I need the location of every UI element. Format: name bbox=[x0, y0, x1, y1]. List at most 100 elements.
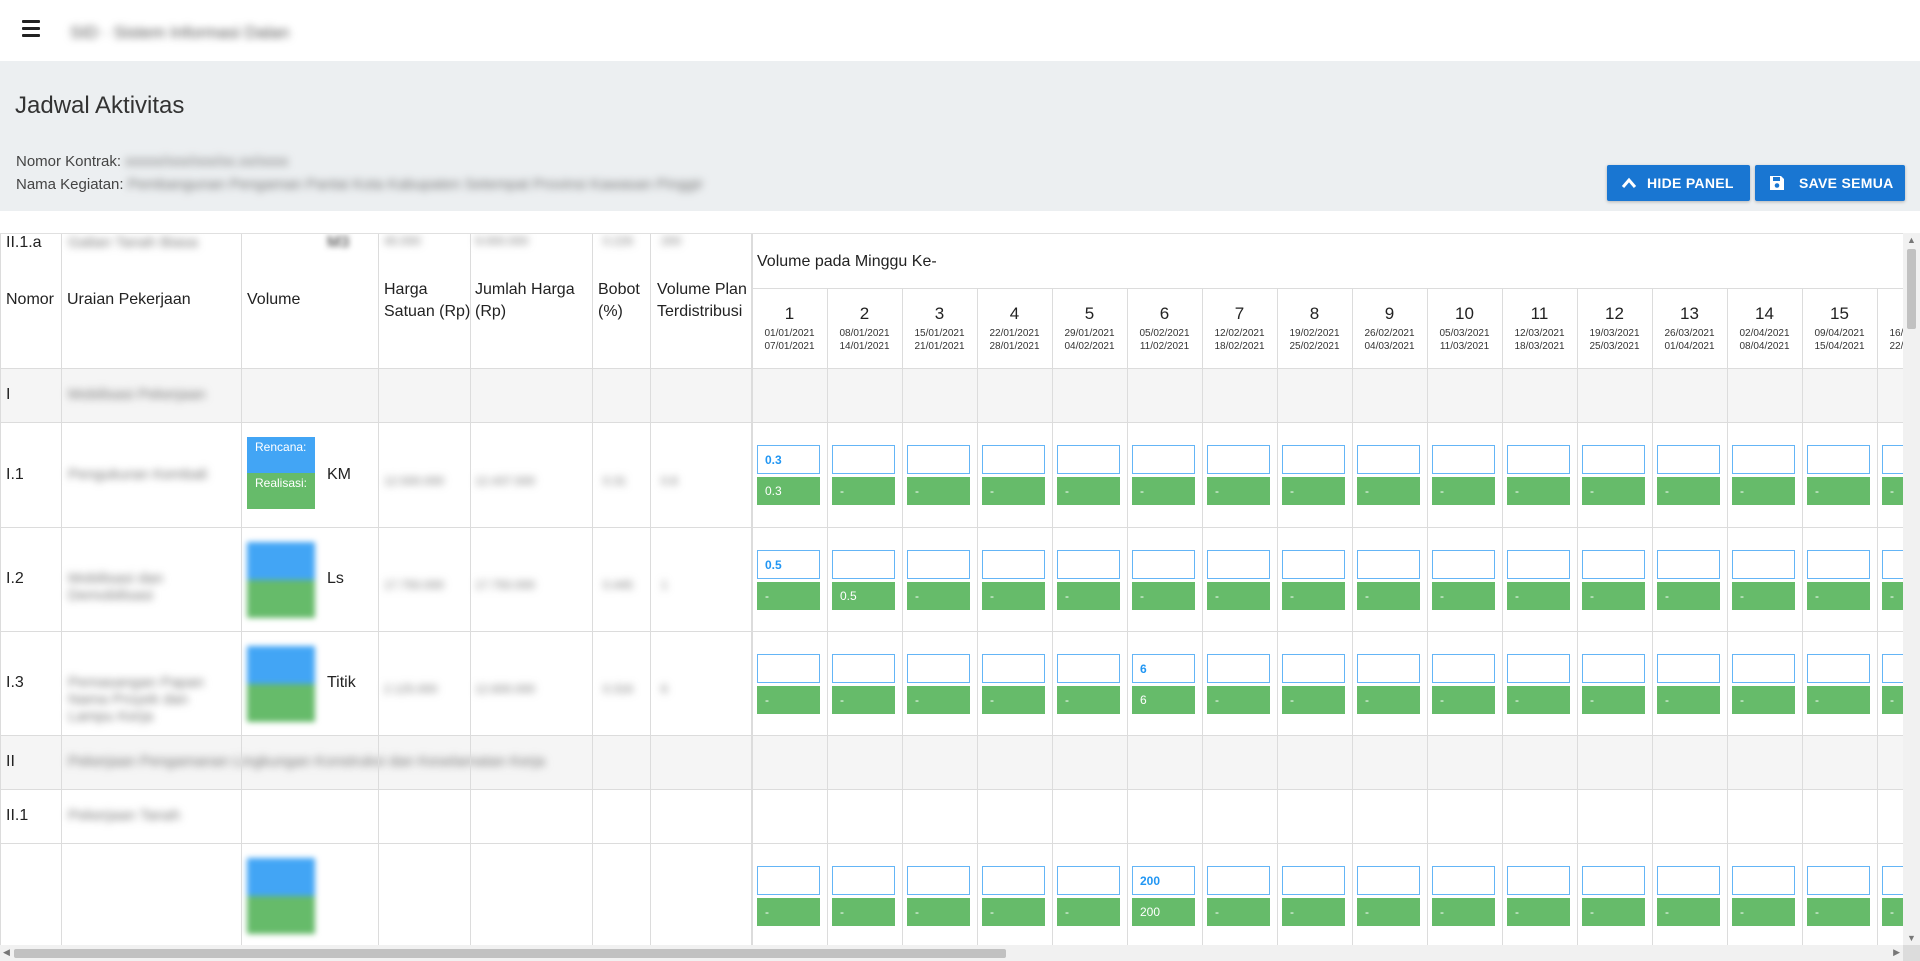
week-end-date: 15/04/2021 bbox=[1814, 341, 1865, 352]
rencana-input[interactable] bbox=[832, 550, 895, 579]
rencana-input[interactable] bbox=[1582, 654, 1645, 683]
rencana-input[interactable] bbox=[1732, 445, 1795, 474]
rencana-input[interactable] bbox=[1657, 654, 1720, 683]
cell-bobot: 0.445 bbox=[603, 578, 634, 592]
rencana-input[interactable] bbox=[1207, 445, 1270, 474]
rencana-input[interactable] bbox=[982, 866, 1045, 895]
realisasi-value: - bbox=[1657, 686, 1720, 714]
rencana-input[interactable] bbox=[1657, 445, 1720, 474]
rencana-input[interactable] bbox=[1882, 866, 1903, 895]
activity-info: Nama Kegiatan: Pembangunan Pengaman Panta… bbox=[16, 176, 703, 193]
rencana-label bbox=[247, 542, 315, 580]
rencana-input[interactable] bbox=[1807, 445, 1870, 474]
rencana-input[interactable] bbox=[1282, 550, 1345, 579]
realisasi-value: - bbox=[1357, 686, 1420, 714]
realisasi-value: - bbox=[1882, 686, 1903, 714]
rencana-input[interactable] bbox=[1882, 550, 1903, 579]
save-all-button[interactable]: SAVE SEMUA bbox=[1755, 165, 1905, 201]
rencana-input[interactable] bbox=[1582, 445, 1645, 474]
rencana-input[interactable] bbox=[1282, 445, 1345, 474]
rencana-input[interactable] bbox=[1207, 654, 1270, 683]
rencana-input[interactable] bbox=[982, 550, 1045, 579]
grid-line bbox=[752, 234, 753, 945]
rencana-input[interactable] bbox=[832, 445, 895, 474]
rencana-input[interactable] bbox=[1882, 445, 1903, 474]
rencana-input[interactable] bbox=[1432, 866, 1495, 895]
rencana-input[interactable] bbox=[832, 654, 895, 683]
realisasi-label bbox=[247, 684, 315, 722]
rencana-input[interactable] bbox=[982, 445, 1045, 474]
rencana-input[interactable] bbox=[1057, 550, 1120, 579]
horizontal-scroll-thumb[interactable] bbox=[14, 949, 1006, 958]
realisasi-value: - bbox=[907, 582, 970, 610]
hide-panel-button[interactable]: HIDE PANEL bbox=[1607, 165, 1750, 201]
rencana-input[interactable] bbox=[1807, 866, 1870, 895]
rencana-input[interactable]: 200 bbox=[1132, 866, 1195, 895]
rencana-input[interactable] bbox=[1132, 445, 1195, 474]
rencana-input[interactable] bbox=[1357, 654, 1420, 683]
vertical-scroll-thumb[interactable] bbox=[1907, 249, 1916, 329]
col-header-nomor: Nomor bbox=[6, 291, 55, 308]
rencana-input[interactable] bbox=[1432, 445, 1495, 474]
rencana-input[interactable] bbox=[1507, 550, 1570, 579]
rencana-input[interactable] bbox=[1732, 654, 1795, 683]
rencana-input[interactable] bbox=[1432, 550, 1495, 579]
week-start-date: 29/01/2021 bbox=[1064, 328, 1115, 339]
rencana-input[interactable]: 0.5 bbox=[757, 550, 820, 579]
rencana-input[interactable] bbox=[1582, 550, 1645, 579]
realisasi-value: - bbox=[1282, 686, 1345, 714]
rencana-input[interactable] bbox=[757, 866, 820, 895]
rencana-input[interactable] bbox=[1807, 654, 1870, 683]
rencana-input[interactable] bbox=[1057, 654, 1120, 683]
week-number: 13 bbox=[1680, 304, 1699, 323]
rencana-input[interactable] bbox=[907, 866, 970, 895]
realisasi-value: - bbox=[1507, 686, 1570, 714]
rencana-input[interactable]: 0.3 bbox=[757, 445, 820, 474]
week-end-date: 18/02/2021 bbox=[1214, 341, 1265, 352]
scroll-up-icon[interactable]: ▲ bbox=[1907, 235, 1916, 245]
rencana-input[interactable] bbox=[1882, 654, 1903, 683]
hamburger-menu-icon[interactable] bbox=[22, 20, 40, 37]
rencana-input[interactable] bbox=[757, 654, 820, 683]
app-title: SID · Sistem Informasi Dalan bbox=[70, 23, 290, 42]
rencana-input[interactable] bbox=[1207, 866, 1270, 895]
rencana-input[interactable] bbox=[1507, 654, 1570, 683]
rencana-input[interactable] bbox=[1357, 866, 1420, 895]
rencana-input[interactable]: 6 bbox=[1132, 654, 1195, 683]
rencana-input[interactable] bbox=[907, 654, 970, 683]
rencana-input[interactable] bbox=[1357, 550, 1420, 579]
rencana-input[interactable] bbox=[1207, 550, 1270, 579]
rencana-input[interactable] bbox=[1057, 445, 1120, 474]
rencana-input[interactable] bbox=[1657, 550, 1720, 579]
rencana-input[interactable] bbox=[832, 866, 895, 895]
rencana-input[interactable] bbox=[1282, 654, 1345, 683]
grid-line bbox=[0, 631, 1903, 632]
week-start-date: 05/03/2021 bbox=[1439, 328, 1490, 339]
rencana-input[interactable] bbox=[1057, 866, 1120, 895]
rencana-input[interactable] bbox=[1657, 866, 1720, 895]
week-date-range: 19/03/2021 25/03/2021 bbox=[1577, 327, 1652, 353]
week-start-date: 01/01/2021 bbox=[764, 328, 815, 339]
rencana-input[interactable] bbox=[1732, 550, 1795, 579]
rencana-input[interactable] bbox=[1507, 445, 1570, 474]
rencana-input[interactable] bbox=[1507, 866, 1570, 895]
scroll-left-icon[interactable]: ◀ bbox=[3, 947, 10, 958]
scroll-down-icon[interactable]: ▼ bbox=[1907, 933, 1916, 943]
rencana-input[interactable] bbox=[1582, 866, 1645, 895]
vertical-scrollbar[interactable]: ▲ ▼ bbox=[1903, 233, 1920, 945]
grid-line bbox=[902, 288, 903, 945]
horizontal-scrollbar[interactable]: ◀ ▶ bbox=[0, 945, 1903, 961]
rencana-input[interactable] bbox=[907, 445, 970, 474]
scroll-right-icon[interactable]: ▶ bbox=[1893, 947, 1900, 958]
rencana-input[interactable] bbox=[1132, 550, 1195, 579]
rencana-input[interactable] bbox=[982, 654, 1045, 683]
rencana-input[interactable] bbox=[1357, 445, 1420, 474]
realisasi-value: - bbox=[1207, 898, 1270, 926]
rencana-label bbox=[247, 858, 315, 896]
week-date-range: 16/04/2021 22/04/2021 bbox=[1877, 327, 1903, 353]
rencana-input[interactable] bbox=[1807, 550, 1870, 579]
rencana-input[interactable] bbox=[1732, 866, 1795, 895]
rencana-input[interactable] bbox=[1282, 866, 1345, 895]
rencana-input[interactable] bbox=[1432, 654, 1495, 683]
rencana-input[interactable] bbox=[907, 550, 970, 579]
